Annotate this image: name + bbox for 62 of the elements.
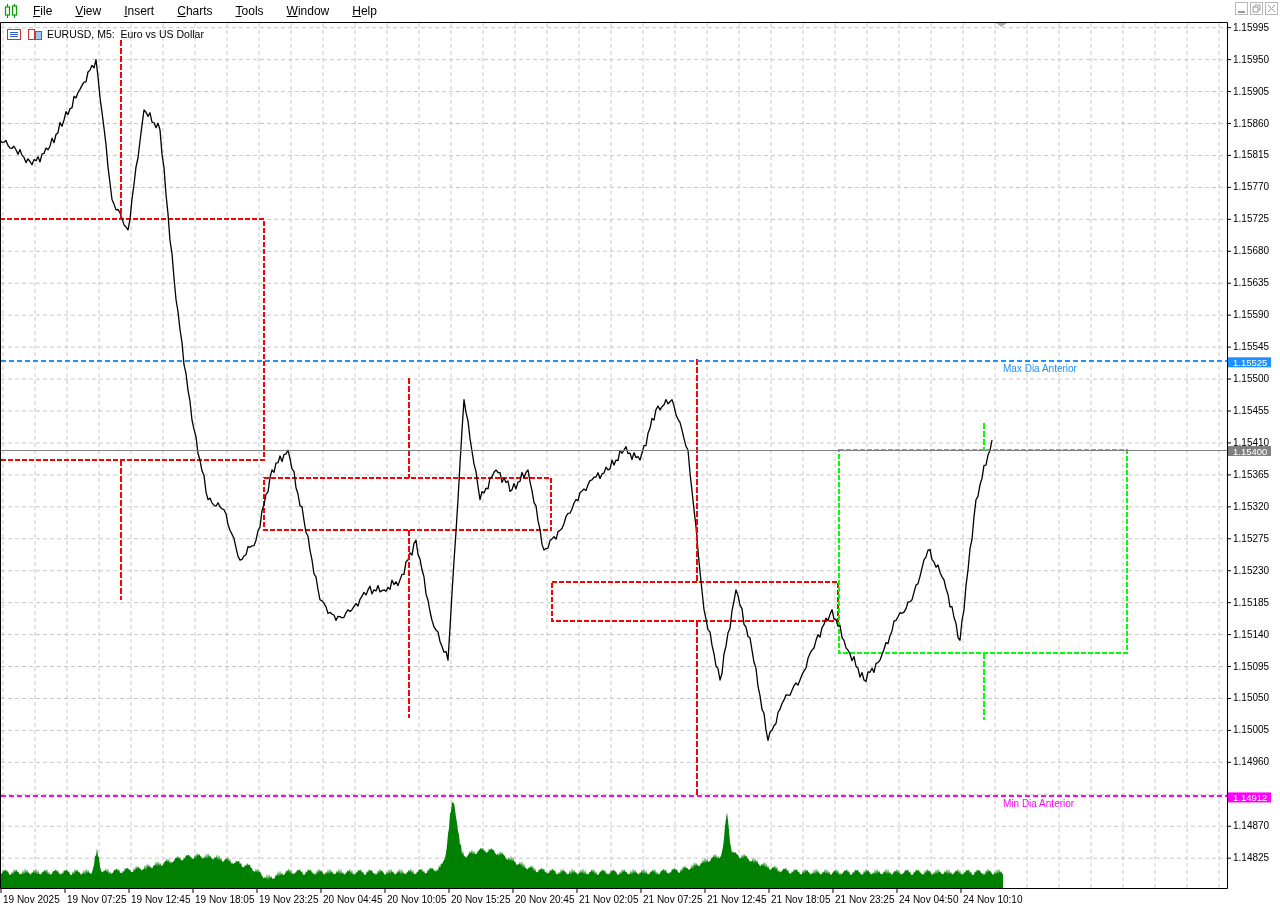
- close-icon[interactable]: [1265, 2, 1278, 15]
- price-axis-label: 1.14960: [1233, 756, 1270, 768]
- time-axis-label: 19 Nov 2025: [3, 894, 60, 905]
- price-axis-label: 1.15500: [1233, 373, 1270, 385]
- menu-item[interactable]: View: [68, 4, 109, 18]
- time-axis-label: 21 Nov 07:25: [643, 894, 703, 905]
- price-axis-label: 1.14870: [1233, 820, 1270, 832]
- time-axis-label: 20 Nov 10:05: [387, 894, 447, 905]
- price-axis-label: 1.15230: [1233, 564, 1270, 576]
- price-axis-label: 1.15545: [1233, 341, 1270, 353]
- shift-marker-icon[interactable]: [996, 23, 1007, 27]
- time-axis-label: 20 Nov 20:45: [515, 894, 575, 905]
- chart-type-icon[interactable]: [7, 29, 21, 40]
- menu-item[interactable]: File: [26, 4, 60, 18]
- price-axis-label: 1.15635: [1233, 277, 1270, 289]
- time-axis-label: 20 Nov 04:45: [323, 894, 383, 905]
- price-axis-label: 1.15995: [1233, 22, 1270, 33]
- candlestick-logo-icon: [4, 3, 18, 19]
- price-axis-label: 1.15095: [1233, 660, 1270, 672]
- chart-title: EURUSD, M5: Euro vs US Dollar: [47, 28, 204, 40]
- time-axis-label: 19 Nov 23:25: [259, 894, 319, 905]
- price-axis-label: 1.15725: [1233, 213, 1270, 225]
- price-axis-label: 1.15905: [1233, 85, 1270, 97]
- time-axis-label: 24 Nov 10:10: [963, 894, 1023, 905]
- price-axis-label: 1.15410: [1233, 436, 1270, 448]
- menu-item[interactable]: Window: [279, 4, 337, 18]
- time-axis-label: 20 Nov 15:25: [451, 894, 511, 905]
- price-axis-label: 1.15005: [1233, 724, 1270, 736]
- price-axis-label: 1.15815: [1233, 149, 1270, 161]
- level-label: Min Dia Anterior: [1003, 798, 1075, 810]
- menu-item[interactable]: Charts: [170, 4, 220, 18]
- bars-icon[interactable]: [28, 29, 42, 40]
- time-axis-label: 19 Nov 18:05: [195, 894, 255, 905]
- time-axis-label: 19 Nov 07:25: [67, 894, 127, 905]
- price-axis-label: 1.15950: [1233, 53, 1270, 65]
- price-axis-label: 1.15455: [1233, 405, 1270, 416]
- time-axis-label: 19 Nov 12:45: [131, 894, 191, 905]
- time-axis-label: 24 Nov 04:50: [899, 894, 959, 905]
- price-tag: 1.15525: [1228, 356, 1271, 368]
- price-axis-label: 1.15590: [1233, 309, 1270, 321]
- time-axis-label: 21 Nov 02:05: [579, 894, 639, 905]
- price-axis-label: 1.15770: [1233, 181, 1270, 193]
- menu-item[interactable]: Tools: [228, 4, 271, 18]
- restore-icon[interactable]: [1250, 2, 1263, 15]
- price-axis-label: 1.14825: [1233, 852, 1270, 864]
- price-axis-label: 1.15680: [1233, 245, 1270, 257]
- minimize-icon[interactable]: [1235, 2, 1248, 15]
- menu-item[interactable]: Insert: [117, 4, 162, 18]
- level-label: Max Dia Anterior: [1003, 363, 1077, 375]
- price-axis-label: 1.15185: [1233, 596, 1270, 608]
- time-axis-label: 21 Nov 23:25: [835, 894, 895, 905]
- price-axis-label: 1.15275: [1233, 532, 1270, 544]
- price-axis-label: 1.15140: [1233, 628, 1270, 640]
- price-axis-label: 1.15365: [1233, 468, 1270, 480]
- price-axis-label: 1.15860: [1233, 117, 1270, 129]
- menu-item[interactable]: Help: [345, 4, 384, 18]
- time-axis-label: 21 Nov 18:05: [771, 894, 831, 905]
- price-axis-label: 1.15320: [1233, 500, 1270, 512]
- price-axis-label: 1.15050: [1233, 692, 1270, 704]
- price-tag: 1.15400: [1228, 445, 1271, 457]
- time-axis-label: 21 Nov 12:45: [707, 894, 767, 905]
- price-tag: 1.14912: [1228, 791, 1271, 803]
